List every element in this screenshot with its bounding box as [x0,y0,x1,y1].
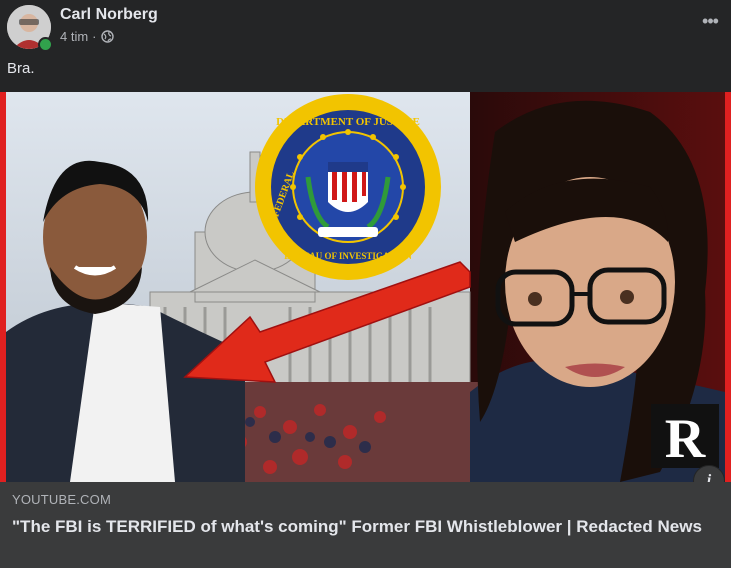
link-domain: YOUTUBE.COM [12,492,111,507]
post-header: Carl Norberg 4 tim · ••• [0,0,731,56]
post-time[interactable]: 4 tim [60,29,88,44]
post-author[interactable]: Carl Norberg [60,6,158,24]
feed-post: Carl Norberg 4 tim · ••• Bra. DEPARTMENT… [0,0,731,568]
link-preview[interactable]: YOUTUBE.COM "The FBI is TERRIFIED of wha… [0,482,731,568]
link-title[interactable]: "The FBI is TERRIFIED of what's coming" … [12,516,712,538]
seal-mid-text: BUREAU OF INVESTIGATION [284,251,412,261]
more-options-icon[interactable]: ••• [697,8,723,34]
online-status-icon [38,37,53,52]
meta-separator: · [92,29,97,44]
video-thumbnail[interactable]: DEPARTMENT OF JUSTICE FEDERAL BUREAU OF … [0,92,731,482]
globe-icon [100,30,114,43]
post-text: Bra. [7,60,35,77]
post-meta: 4 tim · [60,29,114,44]
channel-logo: R [665,408,706,470]
seal-top-text: DEPARTMENT OF JUSTICE [276,116,420,128]
